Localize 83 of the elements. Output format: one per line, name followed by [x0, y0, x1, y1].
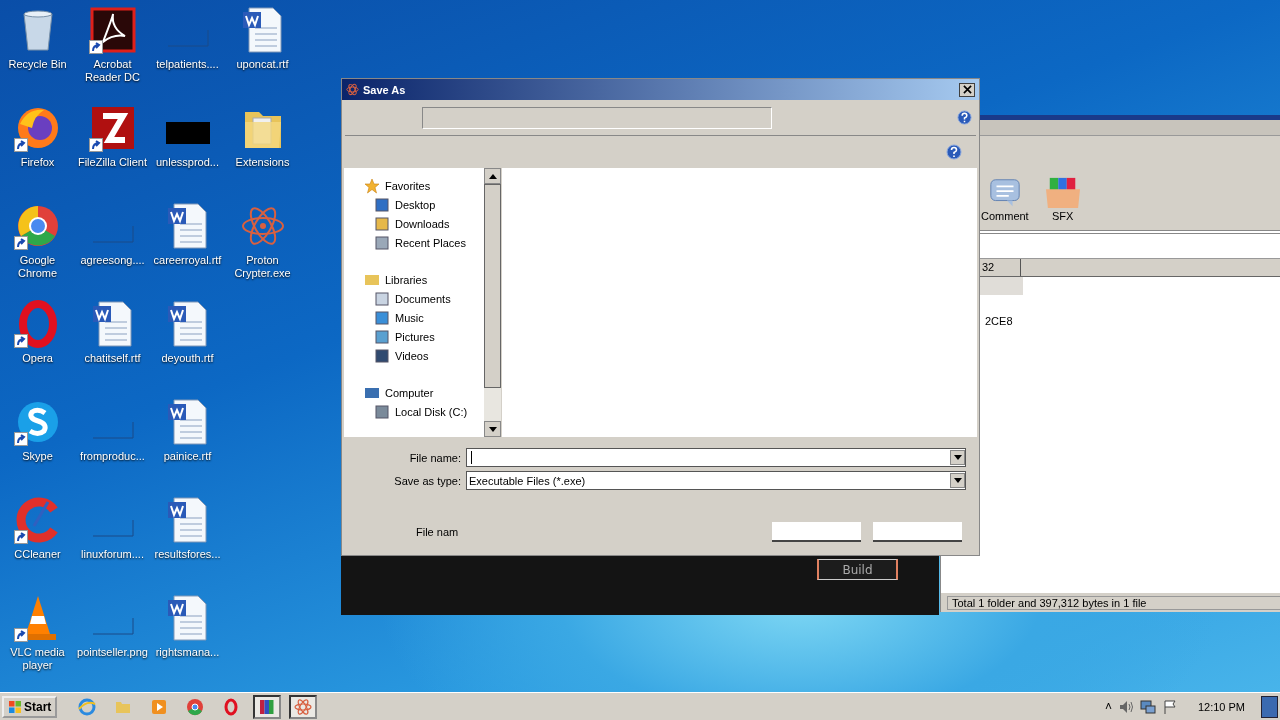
icon-label[interactable]: pointseller.png	[75, 646, 150, 659]
combo-box[interactable]: Executable Files (*.exe)	[466, 471, 966, 490]
taskbar-app-button[interactable]	[289, 694, 318, 719]
nav-item[interactable]: Downloads	[395, 217, 450, 230]
icon-label[interactable]: fromproduc...	[75, 450, 150, 463]
location-icon	[374, 196, 390, 213]
icon-label[interactable]: careerroyal.rtf	[150, 254, 225, 267]
icon-label[interactable]: Skype	[0, 450, 75, 463]
field-label: Save as type:	[393, 474, 462, 487]
nav-item[interactable]: Local Disk (C:)	[395, 405, 468, 418]
network-icon[interactable]	[1139, 698, 1156, 715]
icon-label[interactable]: FileZilla Client	[75, 156, 150, 169]
icon-label[interactable]: painice.rtf	[150, 450, 225, 463]
down-arrow-icon	[488, 426, 497, 432]
icon-label[interactable]: unlessprod...	[150, 156, 225, 169]
toolbar-button[interactable]: SFX	[1042, 176, 1083, 222]
icon-label[interactable]: uponcat.rtf	[225, 58, 300, 71]
icon-label[interactable]: agreesong....	[75, 254, 150, 267]
nav-item[interactable]: Favorites	[385, 179, 431, 192]
icon-label[interactable]: CCleaner	[0, 548, 75, 561]
icon-label[interactable]: Firefox	[0, 156, 75, 169]
pdf-app-icon[interactable]	[88, 6, 137, 54]
nav-item[interactable]: Documents	[395, 292, 451, 305]
nav-item[interactable]: Recent Places	[395, 236, 466, 249]
icon-label[interactable]: VLC media player	[0, 646, 75, 672]
clock[interactable]: 12:10 PM	[1197, 700, 1245, 713]
windows-flag-icon	[8, 699, 22, 714]
address-field[interactable]	[422, 106, 772, 129]
icon-label[interactable]: rightsmana...	[150, 646, 225, 659]
nav-item[interactable]: Computer	[385, 386, 434, 399]
status-bar-text: Total 1 folder and 397,312 bytes in 1 file	[947, 595, 1280, 610]
table-cell-text: 2CE8	[984, 315, 1014, 327]
star-icon	[364, 177, 380, 194]
combo-box[interactable]	[466, 448, 966, 467]
blank-button[interactable]	[772, 522, 861, 542]
location-icon	[374, 215, 390, 232]
icon-label[interactable]: telpatients....	[150, 58, 225, 71]
media-player-icon	[150, 697, 169, 716]
close-button[interactable]	[959, 82, 975, 97]
location-icon	[374, 328, 390, 345]
flag-icon[interactable]	[1161, 698, 1178, 715]
icon-label[interactable]: resultsfores...	[150, 548, 225, 561]
atom-icon	[346, 83, 359, 96]
location-icon	[374, 290, 390, 307]
nav-item[interactable]: Desktop	[395, 198, 436, 211]
blank-button[interactable]	[873, 522, 962, 542]
location-icon	[374, 347, 390, 364]
scrollbar[interactable]	[484, 168, 501, 437]
icon-label[interactable]: Google Chrome	[0, 254, 75, 280]
icon-label[interactable]: linuxforum....	[75, 548, 150, 561]
icon-label[interactable]: Opera	[0, 352, 75, 365]
field-label: File name:	[408, 451, 462, 464]
window-title: Save As	[363, 83, 407, 96]
icon-label[interactable]: deyouth.rtf	[150, 352, 225, 365]
location-icon	[374, 234, 390, 251]
dropdown-arrow-icon	[953, 478, 962, 483]
nav-item[interactable]: Music	[395, 311, 424, 324]
icon-label[interactable]: Extensions	[225, 156, 300, 169]
tray-expand-button[interactable]: ˄	[1104, 699, 1112, 714]
location-icon	[374, 309, 390, 326]
close-icon	[962, 85, 972, 94]
field-label: File nam	[416, 526, 460, 538]
toolbar-button[interactable]: Comment	[981, 176, 1029, 222]
up-arrow-icon	[488, 173, 497, 179]
nav-item[interactable]: Pictures	[395, 330, 435, 343]
atom-icon	[294, 697, 313, 716]
help-icon[interactable]	[957, 110, 972, 125]
dropdown-arrow-icon	[953, 455, 962, 460]
icon-label[interactable]: chatitself.rtf	[75, 352, 150, 365]
help-icon[interactable]	[946, 144, 962, 160]
nav-item[interactable]: Libraries	[385, 273, 428, 286]
show-desktop-button[interactable]	[1261, 695, 1278, 718]
browser-e-icon	[78, 697, 97, 716]
nav-item[interactable]: Videos	[395, 349, 429, 362]
taskbar-app-button[interactable]	[253, 694, 282, 719]
start-button[interactable]: Start	[2, 695, 58, 718]
icon-label[interactable]: Acrobat Reader DC	[75, 58, 150, 84]
archive-icon	[258, 697, 277, 716]
icon-label[interactable]: Recycle Bin	[0, 58, 75, 71]
location-icon	[374, 403, 390, 420]
icon-label[interactable]: Proton Crypter.exe	[225, 254, 300, 280]
build-button[interactable]: Build	[817, 559, 898, 580]
chrome-icon	[186, 697, 205, 716]
